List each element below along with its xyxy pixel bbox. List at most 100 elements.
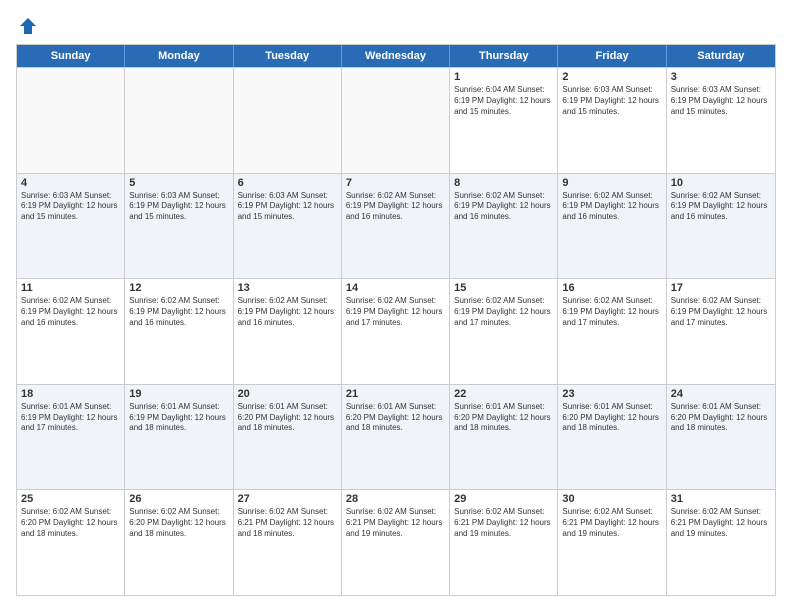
- cell-info: Sunrise: 6:02 AM Sunset: 6:19 PM Dayligh…: [671, 191, 771, 223]
- cell-info: Sunrise: 6:04 AM Sunset: 6:19 PM Dayligh…: [454, 85, 553, 117]
- cell-day-number: 26: [129, 493, 228, 505]
- cell-day-number: 23: [562, 388, 661, 400]
- calendar-cell: 22Sunrise: 6:01 AM Sunset: 6:20 PM Dayli…: [450, 385, 558, 490]
- calendar-cell: 30 Sunrise: 6:02 AM Sunset: 6:21 PM Dayli…: [558, 490, 666, 595]
- cell-info: Sunrise: 6:01 AM Sunset: 6:20 PM Dayligh…: [671, 402, 771, 434]
- calendar-cell: 25 Sunrise: 6:02 AM Sunset: 6:20 PM Dayli…: [17, 490, 125, 595]
- calendar-cell: 12 Sunrise: 6:02 AM Sunset: 6:19 PM Dayli…: [125, 279, 233, 384]
- calendar-cell: 31Sunrise: 6:02 AM Sunset: 6:21 PM Dayli…: [667, 490, 775, 595]
- calendar-header-cell: Monday: [125, 45, 233, 67]
- calendar-cell: 28Sunrise: 6:02 AM Sunset: 6:21 PM Dayli…: [342, 490, 450, 595]
- calendar: SundayMondayTuesdayWednesdayThursdayFrid…: [16, 44, 776, 596]
- calendar-cell: 4Sunrise: 6:03 AM Sunset: 6:19 PM Daylig…: [17, 174, 125, 279]
- cell-info: Sunrise: 6:02 AM Sunset: 6:19 PM Dayligh…: [562, 296, 661, 328]
- cell-day-number: 8: [454, 177, 553, 189]
- cell-day-number: 2: [562, 71, 661, 83]
- calendar-header-row: SundayMondayTuesdayWednesdayThursdayFrid…: [17, 45, 775, 67]
- calendar-week: 1 Sunrise: 6:04 AM Sunset: 6:19 PM Daylig…: [17, 67, 775, 173]
- cell-info: Sunrise: 6:02 AM Sunset: 6:21 PM Dayligh…: [562, 507, 661, 539]
- calendar-cell: 1 Sunrise: 6:04 AM Sunset: 6:19 PM Daylig…: [450, 68, 558, 173]
- cell-info: Sunrise: 6:02 AM Sunset: 6:21 PM Dayligh…: [238, 507, 337, 539]
- calendar-cell: 21 Sunrise: 6:01 AM Sunset: 6:20 PM Dayli…: [342, 385, 450, 490]
- header: [16, 16, 776, 36]
- cell-day-number: 19: [129, 388, 228, 400]
- calendar-cell: [125, 68, 233, 173]
- cell-day-number: 17: [671, 282, 771, 294]
- cell-day-number: 9: [562, 177, 661, 189]
- cell-day-number: 16: [562, 282, 661, 294]
- cell-day-number: 5: [129, 177, 228, 189]
- calendar-cell: 2Sunrise: 6:03 AM Sunset: 6:19 PM Daylig…: [558, 68, 666, 173]
- cell-day-number: 3: [671, 71, 771, 83]
- cell-day-number: 7: [346, 177, 445, 189]
- cell-info: Sunrise: 6:03 AM Sunset: 6:19 PM Dayligh…: [671, 85, 771, 117]
- calendar-cell: [17, 68, 125, 173]
- calendar-header-cell: Wednesday: [342, 45, 450, 67]
- calendar-cell: 10 Sunrise: 6:02 AM Sunset: 6:19 PM Dayli…: [667, 174, 775, 279]
- calendar-cell: 14Sunrise: 6:02 AM Sunset: 6:19 PM Dayli…: [342, 279, 450, 384]
- cell-info: Sunrise: 6:02 AM Sunset: 6:19 PM Dayligh…: [129, 296, 228, 328]
- cell-day-number: 1: [454, 71, 553, 83]
- calendar-week: 18 Sunrise: 6:01 AM Sunset: 6:19 PM Dayli…: [17, 384, 775, 490]
- cell-day-number: 11: [21, 282, 120, 294]
- calendar-cell: 24 Sunrise: 6:01 AM Sunset: 6:20 PM Dayli…: [667, 385, 775, 490]
- cell-info: Sunrise: 6:02 AM Sunset: 6:21 PM Dayligh…: [346, 507, 445, 539]
- cell-info: Sunrise: 6:02 AM Sunset: 6:19 PM Dayligh…: [562, 191, 661, 223]
- cell-info: Sunrise: 6:01 AM Sunset: 6:20 PM Dayligh…: [238, 402, 337, 434]
- cell-info: Sunrise: 6:02 AM Sunset: 6:19 PM Dayligh…: [671, 296, 771, 328]
- calendar-cell: 19 Sunrise: 6:01 AM Sunset: 6:19 PM Dayli…: [125, 385, 233, 490]
- cell-day-number: 12: [129, 282, 228, 294]
- calendar-header-cell: Tuesday: [234, 45, 342, 67]
- calendar-cell: 17 Sunrise: 6:02 AM Sunset: 6:19 PM Dayli…: [667, 279, 775, 384]
- logo-icon: [18, 16, 38, 36]
- cell-day-number: 30: [562, 493, 661, 505]
- calendar-header-cell: Sunday: [17, 45, 125, 67]
- calendar-cell: 29 Sunrise: 6:02 AM Sunset: 6:21 PM Dayli…: [450, 490, 558, 595]
- cell-day-number: 25: [21, 493, 120, 505]
- calendar-cell: 23 Sunrise: 6:01 AM Sunset: 6:20 PM Dayli…: [558, 385, 666, 490]
- cell-info: Sunrise: 6:02 AM Sunset: 6:19 PM Dayligh…: [346, 191, 445, 223]
- calendar-cell: 9 Sunrise: 6:02 AM Sunset: 6:19 PM Daylig…: [558, 174, 666, 279]
- cell-day-number: 18: [21, 388, 120, 400]
- cell-day-number: 29: [454, 493, 553, 505]
- cell-info: Sunrise: 6:01 AM Sunset: 6:19 PM Dayligh…: [129, 402, 228, 434]
- calendar-cell: 7 Sunrise: 6:02 AM Sunset: 6:19 PM Daylig…: [342, 174, 450, 279]
- calendar-cell: 26Sunrise: 6:02 AM Sunset: 6:20 PM Dayli…: [125, 490, 233, 595]
- calendar-cell: 18 Sunrise: 6:01 AM Sunset: 6:19 PM Dayli…: [17, 385, 125, 490]
- cell-info: Sunrise: 6:03 AM Sunset: 6:19 PM Dayligh…: [21, 191, 120, 223]
- cell-info: Sunrise: 6:02 AM Sunset: 6:21 PM Dayligh…: [454, 507, 553, 539]
- calendar-cell: 11 Sunrise: 6:02 AM Sunset: 6:19 PM Dayli…: [17, 279, 125, 384]
- cell-day-number: 13: [238, 282, 337, 294]
- cell-info: Sunrise: 6:02 AM Sunset: 6:19 PM Dayligh…: [454, 191, 553, 223]
- cell-day-number: 15: [454, 282, 553, 294]
- calendar-header-cell: Saturday: [667, 45, 775, 67]
- cell-day-number: 10: [671, 177, 771, 189]
- calendar-cell: [342, 68, 450, 173]
- cell-info: Sunrise: 6:03 AM Sunset: 6:19 PM Dayligh…: [129, 191, 228, 223]
- calendar-cell: 27Sunrise: 6:02 AM Sunset: 6:21 PM Dayli…: [234, 490, 342, 595]
- cell-info: Sunrise: 6:01 AM Sunset: 6:20 PM Dayligh…: [346, 402, 445, 434]
- cell-day-number: 21: [346, 388, 445, 400]
- calendar-cell: 13 Sunrise: 6:02 AM Sunset: 6:19 PM Dayli…: [234, 279, 342, 384]
- calendar-header-cell: Thursday: [450, 45, 558, 67]
- calendar-cell: 5 Sunrise: 6:03 AM Sunset: 6:19 PM Daylig…: [125, 174, 233, 279]
- cell-info: Sunrise: 6:02 AM Sunset: 6:19 PM Dayligh…: [21, 296, 120, 328]
- calendar-cell: 6Sunrise: 6:03 AM Sunset: 6:19 PM Daylig…: [234, 174, 342, 279]
- calendar-cell: [234, 68, 342, 173]
- cell-info: Sunrise: 6:02 AM Sunset: 6:19 PM Dayligh…: [346, 296, 445, 328]
- cell-day-number: 20: [238, 388, 337, 400]
- calendar-body: 1 Sunrise: 6:04 AM Sunset: 6:19 PM Daylig…: [17, 67, 775, 595]
- cell-day-number: 24: [671, 388, 771, 400]
- calendar-cell: 15Sunrise: 6:02 AM Sunset: 6:19 PM Dayli…: [450, 279, 558, 384]
- calendar-cell: 3 Sunrise: 6:03 AM Sunset: 6:19 PM Daylig…: [667, 68, 775, 173]
- cell-info: Sunrise: 6:03 AM Sunset: 6:19 PM Dayligh…: [238, 191, 337, 223]
- cell-info: Sunrise: 6:02 AM Sunset: 6:19 PM Dayligh…: [238, 296, 337, 328]
- calendar-cell: 20 Sunrise: 6:01 AM Sunset: 6:20 PM Dayli…: [234, 385, 342, 490]
- cell-info: Sunrise: 6:01 AM Sunset: 6:20 PM Dayligh…: [562, 402, 661, 434]
- cell-info: Sunrise: 6:02 AM Sunset: 6:20 PM Dayligh…: [21, 507, 120, 539]
- cell-day-number: 31: [671, 493, 771, 505]
- cell-info: Sunrise: 6:01 AM Sunset: 6:20 PM Dayligh…: [454, 402, 553, 434]
- calendar-cell: 16 Sunrise: 6:02 AM Sunset: 6:19 PM Dayli…: [558, 279, 666, 384]
- page: SundayMondayTuesdayWednesdayThursdayFrid…: [0, 0, 792, 612]
- cell-info: Sunrise: 6:01 AM Sunset: 6:19 PM Dayligh…: [21, 402, 120, 434]
